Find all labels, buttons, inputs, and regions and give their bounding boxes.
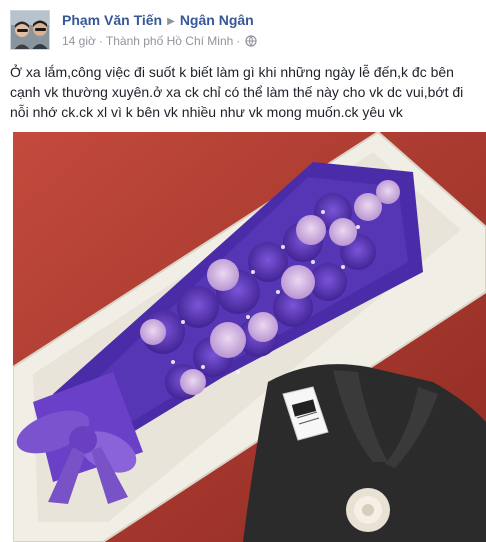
avatar[interactable] [10, 10, 50, 50]
post-message: Ở xa lắm,công việc đi suốt k biết làm gì… [10, 64, 464, 120]
post-location-link[interactable]: Thành phố Hồ Chí Minh [106, 34, 233, 48]
post-header: Phạm Văn Tiến ▶ Ngân Ngân 14 giờ · Thành phố… [10, 10, 480, 50]
post-author-line: Phạm Văn Tiến ▶ Ngân Ngân [62, 12, 254, 28]
recipient-name-link[interactable]: Ngân Ngân [180, 12, 254, 28]
meta-separator-2: · [236, 34, 241, 48]
triangle-right-icon: ▶ [167, 16, 175, 27]
author-name-link[interactable]: Phạm Văn Tiến [62, 12, 162, 28]
avatar-photo [11, 11, 49, 49]
post-meta: 14 giờ · Thành phố Hồ Chí Minh · [62, 34, 257, 50]
globe-icon[interactable] [245, 35, 257, 50]
camellia-brooch [346, 488, 390, 532]
post-photo[interactable] [13, 132, 486, 542]
post-timestamp-link[interactable]: 14 giờ [62, 34, 96, 48]
meta-separator: · [98, 34, 103, 48]
facebook-post: Phạm Văn Tiến ▶ Ngân Ngân 14 giờ · Thành phố… [0, 0, 486, 542]
